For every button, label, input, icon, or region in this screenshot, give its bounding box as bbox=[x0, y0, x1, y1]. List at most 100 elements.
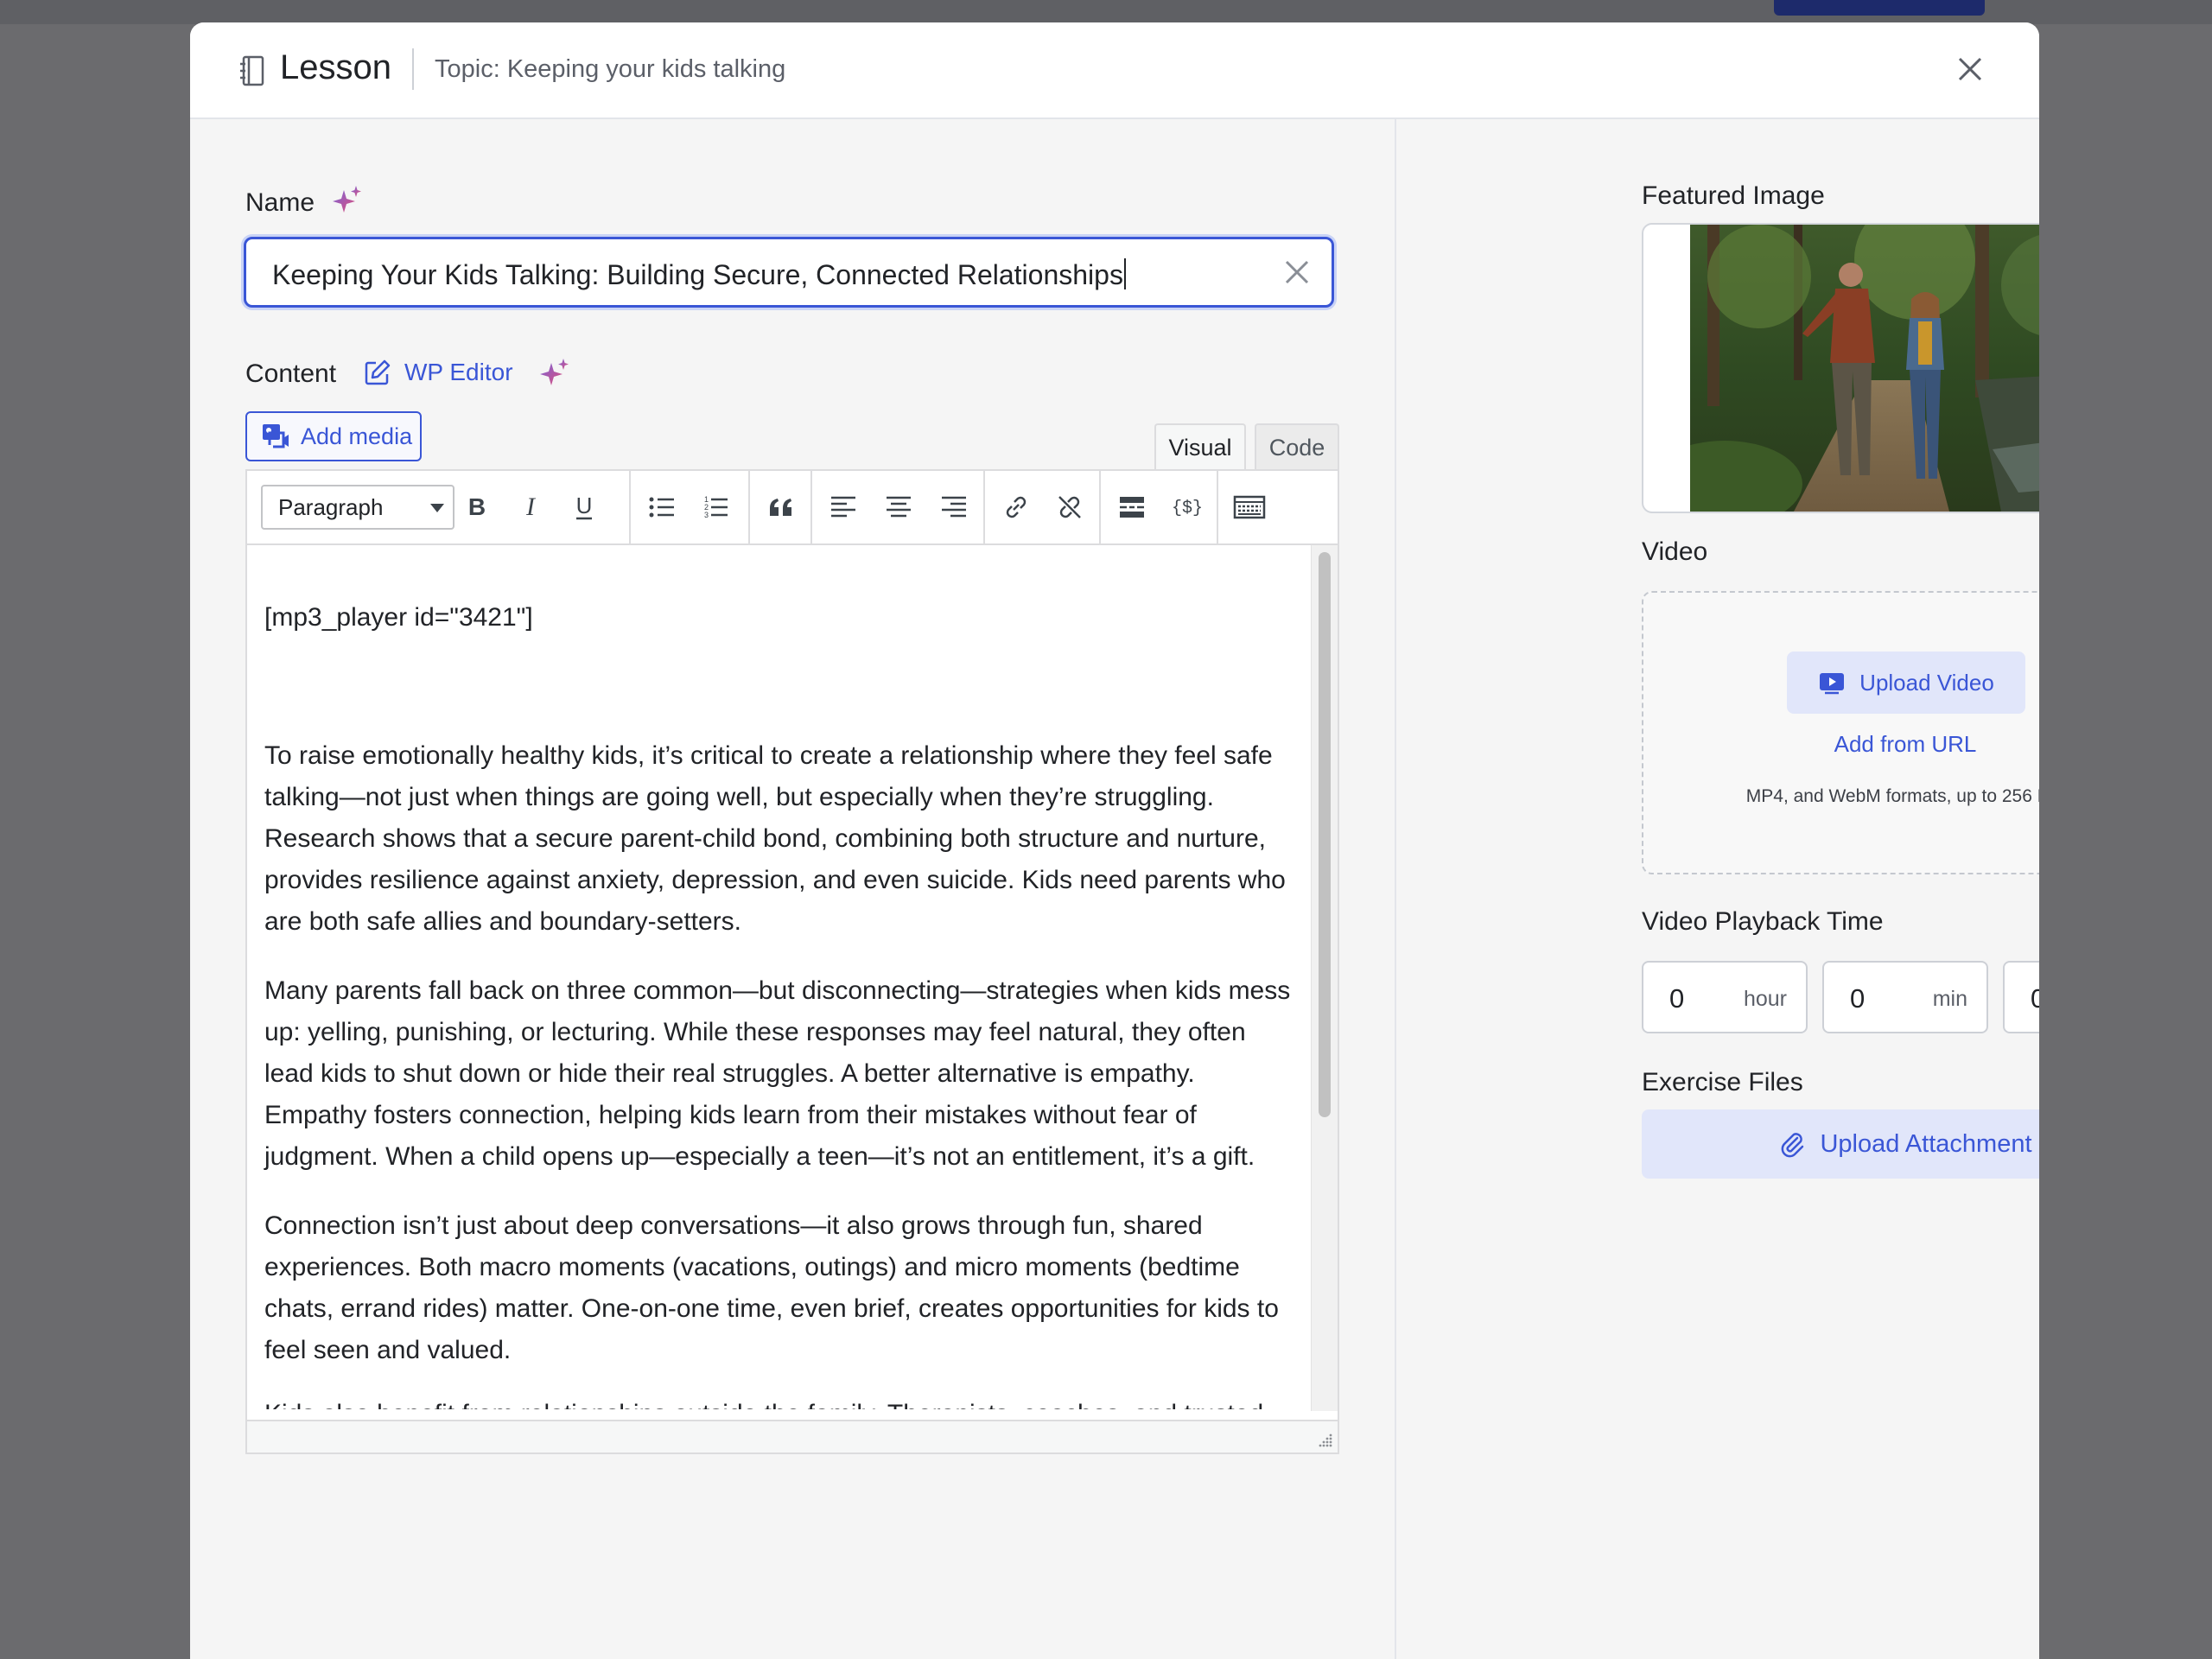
toolbar-separator bbox=[1217, 471, 1218, 543]
video-play-icon bbox=[1820, 673, 1845, 695]
italic-icon: I bbox=[525, 494, 537, 520]
featured-image-forest-walk bbox=[1690, 225, 2039, 512]
bold-icon: B bbox=[468, 494, 486, 520]
lesson-name-input[interactable]: Keeping Your Kids Talking: Building Secu… bbox=[244, 237, 1334, 308]
video-formats-note: MP4, and WebM formats, up to 256 MB bbox=[1745, 786, 2039, 806]
upload-video-button[interactable]: Upload Video bbox=[1787, 652, 2025, 714]
toolbar-separator bbox=[810, 471, 812, 543]
read-more-icon bbox=[1120, 497, 1144, 518]
toolbar-separator bbox=[748, 471, 750, 543]
backdrop-button bbox=[1774, 0, 1985, 16]
header-divider bbox=[412, 48, 414, 90]
featured-image-label: Featured Image bbox=[1642, 181, 1825, 210]
shortcode-button[interactable]: {$} bbox=[1166, 486, 1208, 528]
toolbar-separator bbox=[1099, 471, 1101, 543]
clear-icon[interactable] bbox=[1281, 257, 1313, 288]
min-unit: min bbox=[1932, 987, 1967, 1011]
rich-text-editor: Paragraph B I U 1 2 3 {$} [mp3_player id… bbox=[245, 469, 1339, 1454]
upload-attachment-label: Upload Attachment bbox=[1820, 1129, 2032, 1158]
add-media-button[interactable]: Add media bbox=[245, 411, 422, 461]
editor-status-bar bbox=[247, 1420, 1338, 1452]
editor-scrollbar[interactable] bbox=[1311, 545, 1338, 1411]
svg-text:I: I bbox=[525, 494, 537, 520]
underline-icon: U bbox=[576, 493, 593, 520]
wp-editor-label: WP Editor bbox=[404, 359, 513, 385]
format-select[interactable]: Paragraph bbox=[261, 485, 454, 530]
modal-header: Lesson Topic: Keeping your kids talking bbox=[190, 22, 2039, 119]
close-icon[interactable] bbox=[1953, 52, 1987, 86]
blockquote-button[interactable] bbox=[760, 486, 802, 528]
svg-text:B: B bbox=[468, 494, 486, 520]
format-select-value: Paragraph bbox=[278, 494, 384, 520]
toolbar-toggle-button[interactable] bbox=[1229, 486, 1270, 528]
featured-image-box[interactable] bbox=[1642, 223, 2039, 513]
quote-icon bbox=[770, 499, 791, 516]
insert-link-button[interactable] bbox=[995, 486, 1037, 528]
wp-editor-link[interactable]: WP Editor bbox=[363, 358, 513, 387]
editor-toolbar: Paragraph B I U 1 2 3 {$} bbox=[247, 471, 1338, 545]
topic-breadcrumb: Topic: Keeping your kids talking bbox=[435, 55, 786, 83]
shortcode-icon: {$} bbox=[1172, 499, 1203, 518]
upload-video-label: Upload Video bbox=[1859, 669, 1994, 696]
tab-visual[interactable]: Visual bbox=[1154, 423, 1246, 470]
underline-button[interactable]: U bbox=[563, 486, 605, 528]
resize-handle-icon[interactable] bbox=[1317, 1432, 1334, 1449]
hour-value: 0 bbox=[1669, 983, 1685, 1014]
lesson-modal: Lesson Topic: Keeping your kids talking … bbox=[190, 22, 2039, 1659]
lesson-name-value: Keeping Your Kids Talking: Building Secu… bbox=[272, 259, 1123, 290]
content-label: Content bbox=[245, 359, 337, 388]
bullet-list-button[interactable] bbox=[641, 486, 683, 528]
read-more-button[interactable] bbox=[1111, 486, 1153, 528]
align-center-icon bbox=[887, 496, 911, 518]
bullet-list-icon bbox=[649, 497, 674, 518]
content-paragraph: Many parents fall back on three common—b… bbox=[264, 976, 1291, 1171]
align-left-button[interactable] bbox=[823, 486, 864, 528]
svg-text:{$}: {$} bbox=[1172, 499, 1203, 518]
toolbar-separator bbox=[983, 471, 985, 543]
ai-sparkle-icon[interactable] bbox=[537, 356, 572, 391]
add-media-label: Add media bbox=[301, 423, 413, 449]
playback-hour-input[interactable]: 0 hour bbox=[1642, 961, 1808, 1033]
hour-unit: hour bbox=[1743, 987, 1787, 1011]
paperclip-icon bbox=[1782, 1133, 1804, 1158]
unlink-icon bbox=[1058, 496, 1081, 518]
min-value: 0 bbox=[1850, 983, 1866, 1014]
sidebar-panel: Featured Image Video Upload Video Add fr… bbox=[1396, 119, 2039, 1659]
chevron-down-icon bbox=[430, 504, 444, 512]
upload-attachment-button[interactable]: Upload Attachment bbox=[1642, 1109, 2039, 1179]
content-paragraph: To raise emotionally healthy kids, it’s … bbox=[264, 741, 1286, 936]
tab-code[interactable]: Code bbox=[1255, 423, 1339, 470]
align-center-button[interactable] bbox=[878, 486, 919, 528]
remove-link-button[interactable] bbox=[1049, 486, 1090, 528]
align-left-icon bbox=[831, 496, 855, 518]
numbered-list-icon: 1 2 3 bbox=[704, 495, 728, 519]
align-right-button[interactable] bbox=[933, 486, 975, 528]
svg-text:U: U bbox=[576, 493, 593, 518]
video-dropzone[interactable]: Upload Video Add from URL MP4, and WebM … bbox=[1642, 591, 2039, 874]
main-form: Name Keeping Your Kids Talking: Building… bbox=[190, 119, 1395, 1659]
video-label: Video bbox=[1642, 537, 1708, 566]
numbered-list-button[interactable]: 1 2 3 bbox=[695, 486, 736, 528]
modal-title: Lesson bbox=[280, 48, 391, 86]
align-right-icon bbox=[942, 496, 966, 518]
playback-time-label: Video Playback Time bbox=[1642, 907, 1884, 936]
notebook-icon bbox=[240, 55, 264, 86]
playback-sec-input[interactable]: 0 sec bbox=[2003, 961, 2039, 1033]
ai-sparkle-icon[interactable] bbox=[330, 183, 365, 218]
shortcode-paragraph: [mp3_player id="3421"] bbox=[264, 603, 533, 632]
add-from-url-link[interactable]: Add from URL bbox=[1643, 731, 2039, 758]
text-caret bbox=[1123, 258, 1126, 289]
toolbar-separator bbox=[629, 471, 631, 543]
playback-min-input[interactable]: 0 min bbox=[1822, 961, 1988, 1033]
link-icon bbox=[1006, 496, 1027, 518]
content-paragraph: Kids also benefit from relationships out… bbox=[264, 1394, 1293, 1409]
bold-button[interactable]: B bbox=[456, 486, 498, 528]
media-icon bbox=[263, 424, 289, 448]
scrollbar-thumb[interactable] bbox=[1319, 552, 1331, 1117]
editor-content[interactable]: [mp3_player id="3421"] To raise emotiona… bbox=[247, 545, 1312, 1409]
svg-text:3: 3 bbox=[704, 511, 709, 519]
italic-button[interactable]: I bbox=[510, 486, 551, 528]
content-paragraph: Connection isn’t just about deep convers… bbox=[264, 1211, 1279, 1364]
exercise-files-label: Exercise Files bbox=[1642, 1068, 1803, 1096]
name-label: Name bbox=[245, 188, 315, 217]
